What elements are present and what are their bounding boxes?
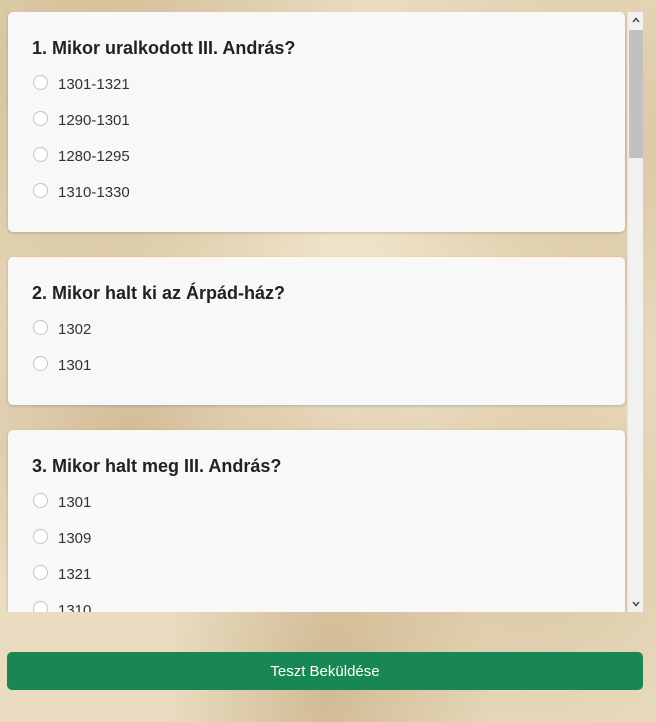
option-label: 1310-1330: [58, 183, 130, 201]
question-list: 1. Mikor uralkodott III. András? 1301-13…: [8, 12, 625, 612]
radio-button[interactable]: [33, 564, 48, 580]
answer-option[interactable]: 1310-1330: [32, 174, 601, 210]
option-label: 1321: [58, 565, 92, 583]
answer-option[interactable]: 1302: [32, 311, 601, 347]
chevron-down-icon[interactable]: [628, 596, 644, 612]
answer-option[interactable]: 1301-1321: [32, 66, 601, 102]
option-label: 1309: [58, 529, 92, 547]
answer-option[interactable]: 1310: [32, 592, 601, 612]
radio-button[interactable]: [33, 319, 48, 335]
radio-button[interactable]: [33, 146, 48, 162]
radio-button[interactable]: [33, 110, 48, 126]
question-card-3: 3. Mikor halt meg III. András? 1301 1309…: [8, 430, 625, 612]
answer-option[interactable]: 1321: [32, 556, 601, 592]
question-title: 1. Mikor uralkodott III. András?: [32, 38, 296, 58]
radio-button[interactable]: [33, 492, 48, 508]
option-label: 1310: [58, 601, 92, 613]
answer-option[interactable]: 1290-1301: [32, 102, 601, 138]
quiz-scroll-area[interactable]: 1. Mikor uralkodott III. András? 1301-13…: [0, 12, 643, 612]
answer-option[interactable]: 1309: [32, 520, 601, 556]
radio-button[interactable]: [33, 355, 48, 371]
radio-button[interactable]: [33, 74, 48, 90]
option-label: 1302: [58, 320, 92, 338]
option-label: 1301: [58, 356, 92, 374]
answer-option[interactable]: 1280-1295: [32, 138, 601, 174]
vertical-scrollbar[interactable]: [627, 12, 643, 612]
option-label: 1280-1295: [58, 147, 130, 165]
submit-test-button[interactable]: Teszt Beküldése: [7, 652, 643, 690]
option-label: 1290-1301: [58, 111, 130, 129]
question-card-2: 2. Mikor halt ki az Árpád-ház? 1302 1301: [8, 257, 625, 405]
radio-button[interactable]: [33, 600, 48, 612]
scrollbar-thumb[interactable]: [629, 30, 643, 158]
question-title: 2. Mikor halt ki az Árpád-ház?: [32, 283, 286, 303]
option-label: 1301: [58, 493, 92, 511]
question-title: 3. Mikor halt meg III. András?: [32, 456, 282, 476]
radio-button[interactable]: [33, 182, 48, 198]
answer-option[interactable]: 1301: [32, 484, 601, 520]
answer-option[interactable]: 1301: [32, 347, 601, 383]
question-card-1: 1. Mikor uralkodott III. András? 1301-13…: [8, 12, 625, 232]
chevron-up-icon[interactable]: [628, 12, 644, 28]
radio-button[interactable]: [33, 528, 48, 544]
option-label: 1301-1321: [58, 75, 130, 93]
